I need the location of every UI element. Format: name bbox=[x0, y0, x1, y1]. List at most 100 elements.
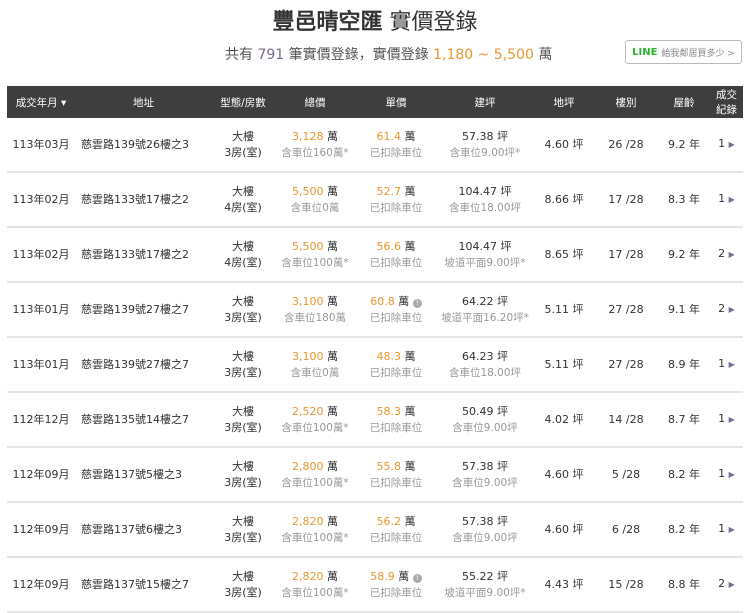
area-sub: 含車位18.00坪 bbox=[448, 201, 522, 214]
table-row: 113年02月 慈雲路133號17樓之2 大樓 4房(室) 5,500 萬含車位1… bbox=[7, 227, 743, 283]
age: 8.8 年 bbox=[658, 557, 710, 613]
info-icon[interactable]: ! bbox=[412, 573, 422, 583]
date: 113年02月 bbox=[7, 227, 75, 283]
caret-right-icon: ▶ bbox=[728, 250, 735, 259]
area-sub: 坡道平面9.00坪* bbox=[444, 586, 526, 599]
records-link[interactable]: 1 ▶ bbox=[710, 502, 743, 558]
age: 8.7 年 bbox=[658, 392, 710, 448]
area-sub: 坡道平面9.00坪* bbox=[444, 256, 526, 269]
unit-word: 萬 bbox=[327, 514, 338, 528]
unit-sub: 已扣除車位 bbox=[369, 256, 423, 269]
caret-right-icon: ▶ bbox=[728, 195, 735, 204]
area-cell: 104.47 坪含車位18.00坪 bbox=[436, 172, 534, 228]
unit-word: 萬 bbox=[327, 184, 338, 198]
type: 大樓 bbox=[232, 569, 254, 583]
floor: 17 /28 bbox=[594, 227, 658, 283]
total-cell: 2,800 萬含車位100萬* bbox=[274, 447, 356, 503]
records-link[interactable]: 1 ▶ bbox=[710, 392, 743, 448]
unit-price: 52.7 bbox=[376, 184, 402, 198]
area-sub: 含車位9.00坪 bbox=[452, 421, 518, 434]
building-area: 57.38 坪 bbox=[462, 514, 508, 528]
records-link[interactable]: 2 ▶ bbox=[710, 282, 743, 338]
records-count: 2 bbox=[718, 577, 726, 590]
area-sub: 含車位18.00坪 bbox=[448, 366, 522, 379]
records-count: 1 bbox=[718, 192, 726, 205]
address: 慈雲路137號5樓之3 bbox=[75, 447, 212, 503]
floor: 6 /28 bbox=[594, 502, 658, 558]
type-cell: 大樓 3房(室) bbox=[212, 502, 274, 558]
total-sub: 含車位160萬* bbox=[281, 146, 349, 159]
type-cell: 大樓 4房(室) bbox=[212, 172, 274, 228]
table-row: 113年01月 慈雲路139號27樓之7 大樓 3房(室) 3,100 萬含車位1… bbox=[7, 282, 743, 338]
records-link[interactable]: 2 ▶ bbox=[710, 557, 743, 613]
records-count: 1 bbox=[718, 137, 726, 150]
address: 慈雲路133號17樓之2 bbox=[75, 172, 212, 228]
records-link[interactable]: 1 ▶ bbox=[710, 447, 743, 503]
unit-cell: 48.3 萬已扣除車位 bbox=[356, 337, 436, 393]
unit-price: 48.3 bbox=[376, 349, 402, 363]
type-cell: 大樓 3房(室) bbox=[212, 447, 274, 503]
date: 112年09月 bbox=[7, 502, 75, 558]
total-sub: 含車位100萬* bbox=[281, 476, 349, 489]
total-cell: 3,100 萬含車位0萬 bbox=[274, 337, 356, 393]
building-area: 57.38 坪 bbox=[462, 459, 508, 473]
caret-right-icon: ▶ bbox=[728, 580, 735, 589]
unit-sub: 已扣除車位 bbox=[369, 586, 423, 599]
total-price: 2,520 bbox=[292, 404, 324, 418]
unit-word: 萬 bbox=[398, 294, 410, 308]
records-link[interactable]: 2 ▶ bbox=[710, 227, 743, 283]
caret-right-icon: ▶ bbox=[728, 360, 735, 369]
floor: 5 /28 bbox=[594, 447, 658, 503]
date: 112年09月 bbox=[7, 447, 75, 503]
date: 113年01月 bbox=[7, 282, 75, 338]
records-link[interactable]: 1 ▶ bbox=[710, 337, 743, 393]
unit-price: 56.6 bbox=[376, 239, 402, 253]
total-cell: 3,100 萬含車位180萬 bbox=[274, 282, 356, 338]
address: 慈雲路139號27樓之7 bbox=[75, 282, 212, 338]
total-price: 2,820 bbox=[292, 569, 324, 583]
unit-word: 萬 bbox=[404, 129, 416, 143]
building-area: 104.47 坪 bbox=[458, 239, 512, 253]
area-cell: 64.23 坪含車位18.00坪 bbox=[436, 337, 534, 393]
records-link[interactable]: 1 ▶ bbox=[710, 172, 743, 228]
floor: 27 /28 bbox=[594, 282, 658, 338]
land-area: 5.11 坪 bbox=[534, 282, 594, 338]
unit-cell: 61.4 萬已扣除車位 bbox=[356, 118, 436, 173]
building-area: 64.22 坪 bbox=[462, 294, 508, 308]
address: 慈雲路135號14樓之7 bbox=[75, 392, 212, 448]
area-cell: 57.38 坪含車位9.00坪 bbox=[436, 502, 534, 558]
age: 8.2 年 bbox=[658, 502, 710, 558]
table-row: 112年09月 慈雲路137號6樓之3 大樓 3房(室) 2,820 萬含車位10… bbox=[7, 502, 743, 558]
unit-price: 61.4 bbox=[376, 129, 402, 143]
area-sub: 含車位9.00坪* bbox=[449, 146, 521, 159]
unit-cell: 60.8 萬 ! 已扣除車位 bbox=[356, 282, 436, 338]
unit-price: 55.8 bbox=[376, 459, 402, 473]
column-header[interactable]: 成交年月 ▾ bbox=[7, 86, 75, 118]
rooms: 4房(室) bbox=[224, 255, 262, 269]
caret-right-icon: ▶ bbox=[728, 415, 735, 424]
unit-cell: 58.3 萬已扣除車位 bbox=[356, 392, 436, 448]
column-header: 型態/房數 bbox=[212, 86, 274, 118]
age: 9.2 年 bbox=[658, 227, 710, 283]
table-row: 112年09月 慈雲路137號5樓之3 大樓 3房(室) 2,800 萬含車位10… bbox=[7, 447, 743, 503]
line-share-button[interactable]: LINE 給我鄰居買多少 > bbox=[625, 40, 742, 64]
unit-cell: 58.9 萬 ! 已扣除車位 bbox=[356, 557, 436, 613]
unit-sub: 已扣除車位 bbox=[369, 311, 423, 324]
table-row: 112年12月 慈雲路135號14樓之7 大樓 3房(室) 2,520 萬含車位1… bbox=[7, 392, 743, 448]
unit-word: 萬 bbox=[398, 569, 410, 583]
type: 大樓 bbox=[232, 459, 254, 473]
rooms: 3房(室) bbox=[224, 475, 262, 489]
info-icon[interactable]: ! bbox=[412, 298, 422, 308]
records-link[interactable]: 1 ▶ bbox=[710, 118, 743, 173]
type: 大樓 bbox=[232, 129, 254, 143]
column-header: 屋齡 bbox=[658, 86, 710, 118]
rooms: 4房(室) bbox=[224, 200, 262, 214]
area-sub: 坡道平面16.20坪* bbox=[441, 311, 529, 324]
column-header: 總價 bbox=[274, 86, 356, 118]
type: 大樓 bbox=[232, 184, 254, 198]
unit-sub: 已扣除車位 bbox=[369, 476, 423, 489]
rooms: 3房(室) bbox=[224, 310, 262, 324]
unit-sub: 已扣除車位 bbox=[369, 531, 423, 544]
address: 慈雲路139號26樓之3 bbox=[75, 118, 212, 173]
records-count: 1 bbox=[718, 357, 726, 370]
